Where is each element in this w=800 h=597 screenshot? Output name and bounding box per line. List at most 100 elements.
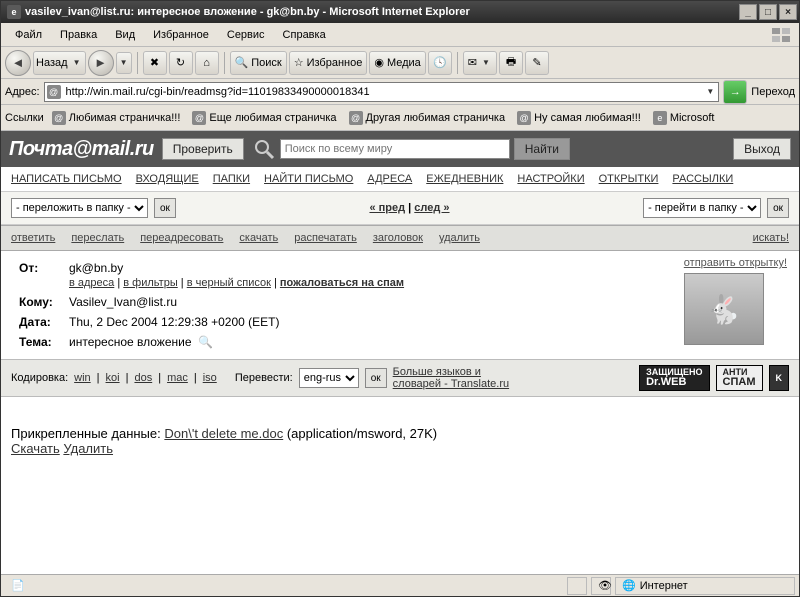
check-mail-button[interactable]: Проверить xyxy=(162,138,244,160)
more-languages-link[interactable]: Больше языков и словарей - Translate.ru xyxy=(393,366,523,390)
link-text: Любимая страничка!!! xyxy=(69,112,181,124)
link-item[interactable]: @Еще любимая страничка xyxy=(188,109,340,127)
titlebar: e vasilev_ivan@list.ru: интересное вложе… xyxy=(1,1,799,23)
goto-folder-select[interactable]: - перейти в папку - xyxy=(643,198,761,218)
translate-ok-button[interactable]: ок xyxy=(365,368,387,388)
mail-header: Почта@mail.ru Проверить Найти Выход xyxy=(1,131,799,167)
link-text: Еще любимая страничка xyxy=(209,112,336,124)
menu-file[interactable]: Файл xyxy=(7,27,50,43)
nav-inbox[interactable]: ВХОДЯЩИЕ xyxy=(136,173,199,185)
menu-edit[interactable]: Правка xyxy=(52,27,105,43)
link-item[interactable]: @Ну самая любимая!!! xyxy=(513,109,645,127)
media-button[interactable]: ◉Медиа xyxy=(369,51,425,75)
menu-favorites[interactable]: Избранное xyxy=(145,27,217,43)
nav-addresses[interactable]: АДРЕСА xyxy=(367,173,412,185)
edit-button[interactable]: ✎ xyxy=(525,51,549,75)
from-label: От: xyxy=(13,259,61,291)
chevron-down-icon[interactable]: ▼ xyxy=(704,87,716,96)
enc-win[interactable]: win xyxy=(74,372,91,384)
link-text: Ну самая любимая!!! xyxy=(534,112,641,124)
enc-koi[interactable]: koi xyxy=(106,372,120,384)
separator xyxy=(224,52,225,74)
action-delete[interactable]: удалить xyxy=(439,232,480,244)
enc-iso[interactable]: iso xyxy=(203,372,217,384)
home-button[interactable]: ⌂ xyxy=(195,51,219,75)
address-input[interactable] xyxy=(64,84,702,100)
nav-mailings[interactable]: РАССЫЛКИ xyxy=(672,173,733,185)
action-headers[interactable]: заголовок xyxy=(373,232,423,244)
magnifier-icon[interactable]: 🔍 xyxy=(198,335,213,349)
action-print[interactable]: распечатать xyxy=(294,232,357,244)
encoding-label: Кодировка: xyxy=(11,372,68,384)
action-redirect[interactable]: переадресовать xyxy=(140,232,223,244)
action-search[interactable]: искать! xyxy=(753,232,789,244)
favicon-icon: @ xyxy=(349,111,363,125)
refresh-button[interactable]: ↻ xyxy=(169,51,193,75)
link-item[interactable]: @Любимая страничка!!! xyxy=(48,109,185,127)
internet-zone-icon: 🌐 xyxy=(622,579,636,592)
send-postcard-link[interactable]: отправить открытку! xyxy=(684,257,787,269)
nav-settings[interactable]: НАСТРОЙКИ xyxy=(517,173,584,185)
forward-dropdown[interactable]: ▼ xyxy=(116,52,132,74)
from-to-blacklist[interactable]: в черный список xyxy=(187,277,271,289)
action-reply[interactable]: ответить xyxy=(11,232,55,244)
action-forward[interactable]: переслать xyxy=(71,232,124,244)
link-item[interactable]: @Другая любимая страничка xyxy=(345,109,510,127)
address-box[interactable]: @ ▼ xyxy=(44,82,720,102)
attach-delete[interactable]: Удалить xyxy=(63,441,113,456)
nav-find[interactable]: НАЙТИ ПИСЬМО xyxy=(264,173,353,185)
global-search-input[interactable] xyxy=(280,139,510,159)
attach-meta: (application/msword, 27K) xyxy=(287,426,437,441)
move-folder-select[interactable]: - переложить в папку - xyxy=(11,198,148,218)
from-value: gk@bn.by xyxy=(69,261,123,275)
forward-button[interactable]: ► xyxy=(88,50,114,76)
move-ok-button[interactable]: ок xyxy=(154,198,176,218)
enc-dos[interactable]: dos xyxy=(134,372,152,384)
maximize-button[interactable]: □ xyxy=(759,4,777,20)
nav-postcards[interactable]: ОТКРЫТКИ xyxy=(599,173,659,185)
from-to-addr[interactable]: в адреса xyxy=(69,277,114,289)
from-links: в адреса | в фильтры | в черный список |… xyxy=(69,277,404,289)
attachment-link[interactable]: Don\'t delete me.doc xyxy=(164,426,283,441)
window-title: vasilev_ivan@list.ru: интересное вложени… xyxy=(25,6,739,18)
favorites-button[interactable]: ☆Избранное xyxy=(289,51,368,75)
nav-folders[interactable]: ПАПКИ xyxy=(213,173,250,185)
report-spam[interactable]: пожаловаться на спам xyxy=(280,277,404,289)
from-to-filters[interactable]: в фильтры xyxy=(123,277,177,289)
chevron-down-icon: ▼ xyxy=(480,58,492,67)
chevron-down-icon: ▼ xyxy=(118,58,130,67)
menu-tools[interactable]: Сервис xyxy=(219,27,273,43)
ie-icon: e xyxy=(7,5,21,19)
drweb-badge: ЗАЩИЩЕНОDr.WEB xyxy=(639,365,709,391)
postcard-image[interactable]: 🐇 xyxy=(684,273,764,345)
prev-link[interactable]: « пред xyxy=(369,202,405,214)
links-bar: Ссылки @Любимая страничка!!! @Еще любима… xyxy=(1,105,799,131)
menu-view[interactable]: Вид xyxy=(107,27,143,43)
link-item[interactable]: eMicrosoft xyxy=(649,109,719,127)
print-button[interactable]: 🖶 xyxy=(499,51,523,75)
nav-compose[interactable]: НАПИСАТЬ ПИСЬМО xyxy=(11,173,122,185)
search-wrap: Найти xyxy=(252,137,725,161)
exit-button[interactable]: Выход xyxy=(733,138,791,160)
page-icon: @ xyxy=(47,85,61,99)
action-download[interactable]: скачать xyxy=(239,232,278,244)
back-button[interactable]: ◄ xyxy=(5,50,31,76)
nav-diary[interactable]: ЕЖЕДНЕВНИК xyxy=(426,173,503,185)
menu-help[interactable]: Справка xyxy=(275,27,334,43)
close-button[interactable]: × xyxy=(779,4,797,20)
goto-ok-button[interactable]: ок xyxy=(767,198,789,218)
attach-download[interactable]: Скачать xyxy=(11,441,60,456)
stop-button[interactable]: ✖ xyxy=(143,51,167,75)
go-button[interactable]: → xyxy=(723,80,747,104)
find-button[interactable]: Найти xyxy=(514,138,570,160)
translate-select[interactable]: eng-rus xyxy=(299,368,359,388)
search-button[interactable]: 🔍Поиск xyxy=(230,51,287,75)
favicon-icon: @ xyxy=(52,111,66,125)
enc-mac[interactable]: mac xyxy=(167,372,188,384)
next-link[interactable]: след » xyxy=(414,202,449,214)
minimize-button[interactable]: _ xyxy=(739,4,757,20)
back-label[interactable]: Назад▼ xyxy=(33,51,86,75)
history-button[interactable]: 🕓 xyxy=(428,51,452,75)
mail-button[interactable]: ✉▼ xyxy=(463,51,497,75)
mail-logo: Почта@mail.ru xyxy=(9,138,154,161)
